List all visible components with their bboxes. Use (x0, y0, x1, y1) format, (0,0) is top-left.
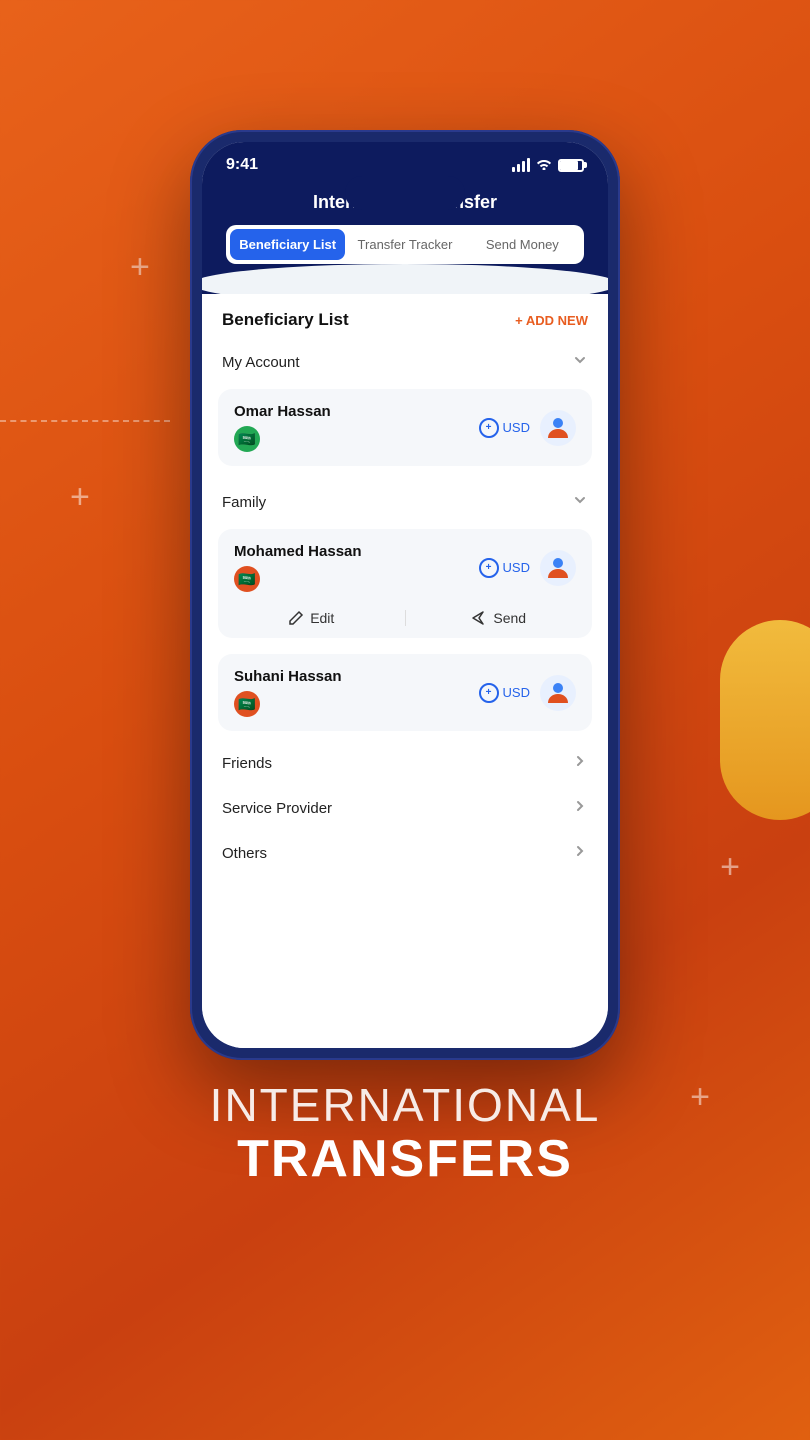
family-label: Family (222, 494, 266, 511)
currency-label-omar: USD (503, 420, 530, 435)
tab-beneficiary-list[interactable]: Beneficiary List (230, 229, 345, 260)
signal-bars-icon (512, 158, 530, 172)
add-new-button[interactable]: + ADD NEW (515, 313, 588, 328)
currency-circle-omar: + (479, 418, 499, 438)
my-account-chevron-icon (572, 352, 588, 373)
plus-decoration-1: + (130, 250, 150, 284)
category-others[interactable]: Others (202, 831, 608, 876)
currency-badge-mohamed: + USD (479, 558, 530, 578)
dashed-line-decoration (0, 420, 170, 422)
service-provider-label: Service Provider (222, 800, 332, 817)
section-header: Beneficiary List + ADD NEW (202, 294, 608, 340)
bottom-headline-1: INTERNATIONAL (210, 1080, 601, 1131)
avatar-omar (540, 410, 576, 446)
bene-right-mohamed: + USD (479, 550, 576, 586)
edit-label: Edit (310, 610, 334, 626)
dynamic-island (345, 176, 465, 210)
currency-badge-omar: + USD (479, 418, 530, 438)
yellow-blob-decoration (720, 620, 810, 820)
currency-label-mohamed: USD (503, 560, 530, 575)
bene-left-mohamed: Mohamed Hassan 🇸🇦 (234, 543, 362, 592)
bene-right-suhani: + USD (479, 675, 576, 711)
bene-name-omar: Omar Hassan (234, 403, 331, 420)
send-label: Send (493, 610, 526, 626)
wifi-icon (536, 157, 552, 173)
currency-circle-suhani: + (479, 683, 499, 703)
beneficiary-card-suhani[interactable]: Suhani Hassan 🇸🇦 + USD (218, 654, 592, 731)
plus-decoration-2: + (70, 480, 90, 514)
battery-icon (558, 159, 584, 172)
plus-decoration-4: + (690, 1080, 710, 1114)
others-chevron-icon (572, 843, 588, 864)
plus-decoration-3: + (720, 850, 740, 884)
category-friends[interactable]: Friends (202, 741, 608, 786)
phone-frame: 9:41 International (190, 130, 620, 1060)
family-chevron-icon (572, 492, 588, 513)
beneficiary-card-omar[interactable]: Omar Hassan 🇸🇦 + USD (218, 389, 592, 466)
page-title: Beneficiary List (222, 310, 349, 330)
friends-label: Friends (222, 755, 272, 772)
friends-chevron-icon (572, 753, 588, 774)
category-my-account[interactable]: My Account (202, 340, 608, 385)
bene-name-mohamed: Mohamed Hassan (234, 543, 362, 560)
status-time: 9:41 (226, 156, 258, 174)
avatar-suhani (540, 675, 576, 711)
bene-right-omar: + USD (479, 410, 576, 446)
content-area: Beneficiary List + ADD NEW My Account (202, 294, 608, 1048)
bottom-headline-2: TRANSFERS (210, 1131, 601, 1188)
flag-icon-mohamed: 🇸🇦 (234, 566, 260, 592)
bottom-text: INTERNATIONAL TRANSFERS (210, 1080, 601, 1188)
phone-wrapper: 9:41 International (190, 130, 620, 1060)
phone-screen: 9:41 International (202, 142, 608, 1048)
bene-left-omar: Omar Hassan 🇸🇦 (234, 403, 331, 452)
edit-button[interactable]: Edit (218, 610, 405, 626)
category-family[interactable]: Family (202, 480, 608, 525)
service-provider-chevron-icon (572, 798, 588, 819)
action-row-mohamed: Edit Send (218, 598, 592, 638)
avatar-mohamed (540, 550, 576, 586)
send-button[interactable]: Send (406, 610, 593, 626)
others-label: Others (222, 845, 267, 862)
currency-label-suhani: USD (503, 685, 530, 700)
bene-left-suhani: Suhani Hassan 🇸🇦 (234, 668, 342, 717)
tabs-container: Beneficiary List Transfer Tracker Send M… (226, 225, 584, 264)
tab-send-money[interactable]: Send Money (465, 229, 580, 260)
flag-icon-omar: 🇸🇦 (234, 426, 260, 452)
currency-circle-mohamed: + (479, 558, 499, 578)
beneficiary-card-mohamed[interactable]: Mohamed Hassan 🇸🇦 + USD (218, 529, 592, 606)
category-service-provider[interactable]: Service Provider (202, 786, 608, 831)
status-icons (512, 157, 584, 173)
bene-name-suhani: Suhani Hassan (234, 668, 342, 685)
tab-transfer-tracker[interactable]: Transfer Tracker (347, 229, 462, 260)
currency-badge-suhani: + USD (479, 683, 530, 703)
flag-icon-suhani: 🇸🇦 (234, 691, 260, 717)
wave-decoration (202, 264, 608, 294)
my-account-label: My Account (222, 354, 300, 371)
